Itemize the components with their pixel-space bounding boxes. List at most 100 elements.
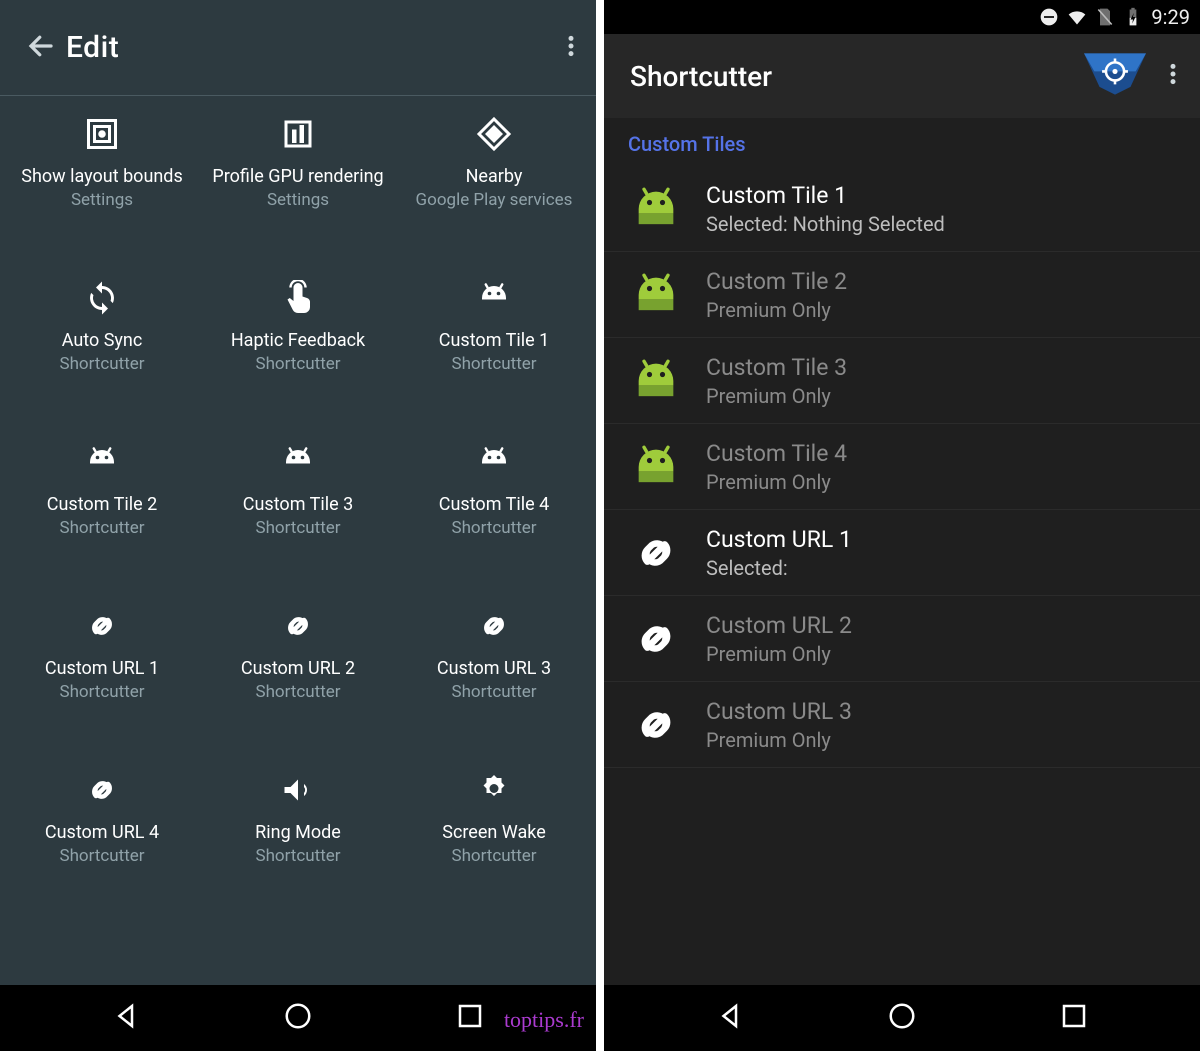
nav-recents-icon (455, 1001, 485, 1031)
touch-icon (278, 278, 318, 318)
nav-back-button[interactable] (686, 991, 776, 1045)
tile-title: Screen Wake (442, 822, 546, 845)
nav-back-button[interactable] (82, 991, 172, 1045)
list-item[interactable]: Custom URL 3 Premium Only (604, 682, 1200, 768)
tile[interactable]: Show layout bounds Settings (4, 106, 200, 270)
tile-subtitle: Shortcutter (451, 517, 536, 539)
list-item[interactable]: Custom Tile 4 Premium Only (604, 424, 1200, 510)
link-icon (474, 606, 514, 646)
shortcutter-app-screen: 9:29 Shortcutter Custom Tiles Custom Til… (604, 0, 1200, 1051)
back-button[interactable] (26, 31, 66, 65)
link-icon (278, 606, 318, 646)
tile-title: Haptic Feedback (231, 330, 365, 353)
tile-title: Custom Tile 1 (439, 330, 549, 353)
list-item-title: Custom Tile 3 (706, 352, 847, 383)
nav-home-button[interactable] (857, 991, 947, 1045)
app-header: Shortcutter (604, 34, 1200, 118)
app-title: Shortcutter (630, 60, 772, 93)
tile[interactable]: Custom Tile 4 Shortcutter (396, 434, 592, 598)
nav-back-icon (716, 1001, 746, 1031)
tile-title: Nearby (466, 166, 523, 189)
nav-recents-button[interactable] (425, 991, 515, 1045)
tile[interactable]: Custom Tile 2 Shortcutter (4, 434, 200, 598)
tile-title: Custom URL 2 (241, 658, 355, 681)
sync-icon (82, 278, 122, 318)
section-header-custom-tiles: Custom Tiles (604, 118, 1200, 166)
link-white-icon (628, 697, 684, 753)
navigation-bar (0, 985, 596, 1051)
edit-header: Edit (0, 0, 596, 96)
tile[interactable]: Custom URL 4 Shortcutter (4, 762, 200, 926)
no-sim-icon (1095, 7, 1115, 27)
tile[interactable]: Nearby Google Play services (396, 106, 592, 270)
tile-subtitle: Shortcutter (451, 845, 536, 867)
list-item[interactable]: Custom URL 2 Premium Only (604, 596, 1200, 682)
edit-title: Edit (66, 30, 119, 65)
tile[interactable]: Custom URL 2 Shortcutter (200, 598, 396, 762)
nav-back-icon (112, 1001, 142, 1031)
nav-home-icon (283, 1001, 313, 1031)
list-item-subtitle: Premium Only (706, 727, 852, 753)
tile-subtitle: Settings (267, 189, 329, 211)
navigation-bar (604, 985, 1200, 1051)
list-item-title: Custom URL 3 (706, 696, 852, 727)
tile-subtitle: Shortcutter (255, 353, 340, 375)
tile-title: Custom URL 1 (45, 658, 159, 681)
tile-subtitle: Shortcutter (59, 517, 144, 539)
tile-subtitle: Shortcutter (451, 353, 536, 375)
list-item-title: Custom Tile 4 (706, 438, 847, 469)
tile[interactable]: Custom Tile 1 Shortcutter (396, 270, 592, 434)
tile-title: Profile GPU rendering (212, 166, 383, 189)
tile-title: Custom URL 3 (437, 658, 551, 681)
link-white-icon (628, 611, 684, 667)
android-icon (278, 442, 318, 482)
tile[interactable]: Profile GPU rendering Settings (200, 106, 396, 270)
android-green-icon (628, 439, 684, 495)
tile-title: Show layout bounds (21, 166, 183, 189)
list-item[interactable]: Custom Tile 2 Premium Only (604, 252, 1200, 338)
tile[interactable]: Auto Sync Shortcutter (4, 270, 200, 434)
tile-subtitle: Shortcutter (59, 353, 144, 375)
android-icon (474, 278, 514, 318)
nav-home-icon (887, 1001, 917, 1031)
tile[interactable]: Custom Tile 3 Shortcutter (200, 434, 396, 598)
app-logo-icon (1084, 53, 1146, 95)
list-item[interactable]: Custom Tile 3 Premium Only (604, 338, 1200, 424)
list-item[interactable]: Custom URL 1 Selected: (604, 510, 1200, 596)
list-item-subtitle: Selected: Nothing Selected (706, 211, 945, 237)
gpu-profile-icon (278, 114, 318, 154)
battery-charging-icon (1123, 7, 1143, 27)
list-item-subtitle: Premium Only (706, 469, 847, 495)
tile[interactable]: Ring Mode Shortcutter (200, 762, 396, 926)
tile[interactable]: Custom URL 1 Shortcutter (4, 598, 200, 762)
tile-subtitle: Shortcutter (255, 517, 340, 539)
volume-icon (278, 770, 318, 810)
tile-title: Custom URL 4 (45, 822, 159, 845)
tile[interactable]: Haptic Feedback Shortcutter (200, 270, 396, 434)
list-item-title: Custom URL 2 (706, 610, 852, 641)
wifi-icon (1067, 7, 1087, 27)
android-green-icon (628, 353, 684, 409)
list-item-title: Custom Tile 1 (706, 180, 945, 211)
tile-title: Custom Tile 2 (47, 494, 157, 517)
tile[interactable]: Custom URL 3 Shortcutter (396, 598, 592, 762)
overflow-icon (1160, 61, 1186, 87)
tile-subtitle: Shortcutter (59, 845, 144, 867)
android-green-icon (628, 181, 684, 237)
nav-recents-button[interactable] (1029, 991, 1119, 1045)
list-item[interactable]: Custom Tile 1 Selected: Nothing Selected (604, 166, 1200, 252)
tile[interactable]: Screen Wake Shortcutter (396, 762, 592, 926)
tile-title: Auto Sync (62, 330, 143, 353)
android-icon (82, 442, 122, 482)
overflow-menu-button[interactable] (1160, 61, 1186, 91)
link-white-icon (628, 525, 684, 581)
overflow-icon (558, 33, 584, 59)
custom-tiles-list: Custom Tile 1 Selected: Nothing Selected… (604, 166, 1200, 985)
status-clock: 9:29 (1151, 5, 1190, 29)
nav-home-button[interactable] (253, 991, 343, 1045)
list-item-title: Custom URL 1 (706, 524, 852, 555)
overflow-menu-button[interactable] (558, 33, 584, 63)
list-item-subtitle: Premium Only (706, 297, 847, 323)
tile-title: Custom Tile 4 (439, 494, 549, 517)
tile-subtitle: Google Play services (416, 189, 573, 211)
